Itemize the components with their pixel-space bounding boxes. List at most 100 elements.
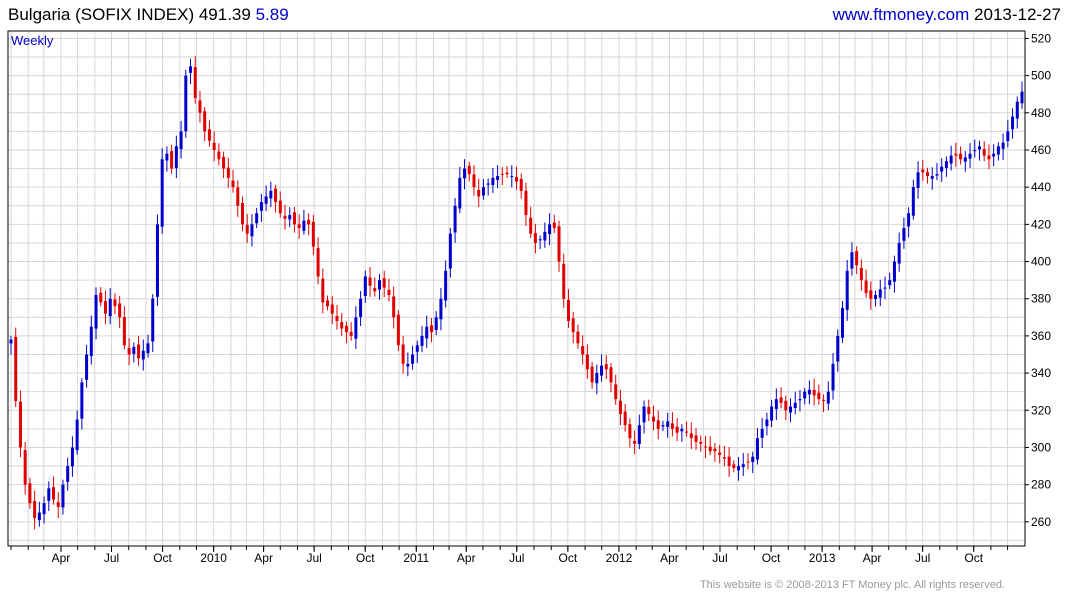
- candle-body: [80, 382, 84, 419]
- candle: [198, 90, 202, 123]
- candle-body: [562, 263, 566, 299]
- candle: [99, 287, 103, 307]
- candle-body: [23, 450, 27, 485]
- candle-body: [94, 295, 98, 329]
- candle-body: [944, 161, 948, 168]
- candle-body: [486, 183, 490, 185]
- candle-body: [874, 295, 878, 299]
- candle-body: [689, 433, 693, 439]
- candle: [189, 58, 193, 85]
- candle-body: [349, 331, 353, 336]
- candle-body: [1020, 91, 1024, 104]
- candle-body: [703, 446, 707, 448]
- candle: [52, 476, 56, 505]
- candle-body: [179, 131, 183, 150]
- candle-body: [439, 298, 443, 320]
- candle: [703, 435, 707, 459]
- candle-body: [165, 153, 169, 161]
- candle: [453, 198, 457, 243]
- candle-body: [85, 354, 89, 380]
- candle-body: [741, 464, 745, 468]
- candle: [803, 387, 807, 405]
- candle-body: [992, 153, 996, 157]
- candle-body: [193, 67, 197, 98]
- candle: [28, 477, 32, 509]
- candle: [222, 151, 226, 179]
- candle: [543, 222, 547, 248]
- candle: [387, 278, 391, 302]
- candle: [392, 286, 396, 329]
- candle-body: [434, 317, 438, 330]
- candle-body: [604, 364, 608, 370]
- x-tick-label: 2011: [403, 551, 429, 565]
- candle: [75, 410, 79, 455]
- y-tick-label: 280: [1031, 478, 1051, 492]
- candle-body: [453, 205, 457, 233]
- candle-body: [694, 435, 698, 442]
- candle: [70, 436, 74, 477]
- candle: [344, 321, 348, 344]
- candle: [349, 322, 353, 341]
- candle: [1006, 120, 1010, 148]
- candle: [831, 353, 835, 400]
- candle: [122, 306, 126, 350]
- candle-body: [411, 354, 415, 364]
- candle-body: [151, 298, 155, 342]
- candle-body: [491, 177, 495, 186]
- y-tick-label: 260: [1031, 515, 1051, 529]
- candle: [859, 259, 863, 291]
- candle-body: [132, 347, 136, 354]
- candle-body: [307, 219, 311, 225]
- candle: [463, 159, 467, 190]
- candle: [826, 381, 830, 411]
- candle-body: [557, 226, 561, 262]
- candle-body: [902, 228, 906, 241]
- candle: [637, 414, 641, 450]
- candle: [949, 145, 953, 171]
- candle-body: [373, 288, 377, 292]
- candle: [1015, 96, 1019, 129]
- candle: [170, 144, 174, 174]
- x-tick-label: Apr: [863, 551, 882, 565]
- candle: [467, 161, 471, 182]
- candle: [259, 193, 263, 222]
- candle: [481, 178, 485, 200]
- x-tick-label: Jul: [712, 551, 727, 565]
- candle-body: [505, 172, 509, 175]
- candle-body: [37, 512, 41, 521]
- candle: [240, 196, 244, 232]
- candle-body: [477, 189, 481, 197]
- candle: [779, 387, 783, 409]
- candle-body: [926, 172, 930, 177]
- candle: [907, 207, 911, 238]
- candle-body: [240, 202, 244, 225]
- candle-body: [609, 367, 613, 383]
- candle: [807, 380, 811, 405]
- candle-body: [47, 488, 51, 501]
- candle-body: [940, 166, 944, 172]
- x-tick-label: Jul: [509, 551, 524, 565]
- candle-body: [614, 384, 618, 400]
- candle: [141, 339, 145, 371]
- candle-body: [28, 483, 32, 504]
- candle-body: [836, 335, 840, 362]
- candle-body: [637, 425, 641, 445]
- candle: [741, 453, 745, 476]
- candle-body: [949, 155, 953, 164]
- candle-body: [661, 425, 665, 427]
- candle-body: [633, 440, 637, 444]
- candle-body: [916, 172, 920, 189]
- candle-body: [472, 174, 476, 188]
- candle: [264, 185, 268, 212]
- grid-lines: [8, 31, 1025, 546]
- candle: [699, 435, 703, 452]
- candle-body: [283, 215, 287, 219]
- candle-body: [288, 215, 292, 220]
- candle-body: [675, 426, 679, 433]
- candle-body: [888, 280, 892, 286]
- candle-body: [99, 292, 103, 303]
- candle-body: [935, 174, 939, 176]
- candle-body: [368, 277, 372, 286]
- candle-body: [207, 129, 211, 141]
- candle: [151, 294, 155, 352]
